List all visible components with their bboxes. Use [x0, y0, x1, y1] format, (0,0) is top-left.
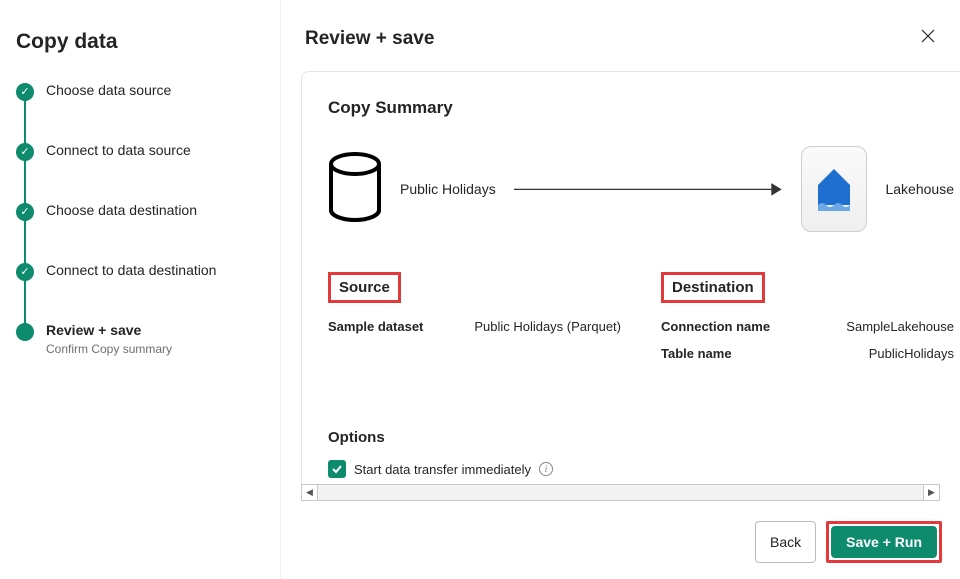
step-choose-source[interactable]: ✓ Choose data source [16, 82, 260, 142]
source-column: Source Sample dataset Public Holidays (P… [328, 272, 621, 373]
step-connect-source[interactable]: ✓ Connect to data source [16, 142, 260, 202]
info-icon[interactable]: i [539, 462, 553, 476]
destination-name: Lakehouse [885, 181, 954, 197]
kv-value: PublicHolidays [869, 346, 954, 361]
options-heading: Options [328, 429, 954, 446]
footer-actions: Back Save + Run [281, 501, 960, 579]
start-transfer-checkbox[interactable] [328, 460, 346, 478]
step-label: Connect to data destination [46, 262, 260, 278]
scroll-track[interactable] [318, 484, 923, 501]
wizard-sidebar: Copy data ✓ Choose data source ✓ Connect… [0, 0, 280, 579]
step-label: Review + save [46, 322, 260, 338]
main-panel: Review + save Copy Summary Public Holida… [280, 0, 960, 579]
kv-label: Table name [661, 346, 732, 361]
lakehouse-icon [801, 146, 867, 232]
arrow-right-icon [514, 179, 784, 200]
wizard-steps: ✓ Choose data source ✓ Connect to data s… [16, 82, 260, 356]
horizontal-scrollbar[interactable]: ◀ ▶ [301, 484, 940, 501]
check-icon: ✓ [16, 263, 34, 281]
highlight-box: Save + Run [826, 521, 942, 563]
step-connect-dest[interactable]: ✓ Connect to data destination [16, 262, 260, 322]
start-transfer-label: Start data transfer immediately [354, 462, 531, 477]
source-heading: Source [328, 272, 401, 303]
check-icon [331, 463, 343, 475]
kv-label: Sample dataset [328, 319, 423, 334]
page-title: Review + save [305, 28, 434, 50]
start-transfer-option: Start data transfer immediately i [328, 460, 954, 478]
wizard-title: Copy data [16, 30, 260, 54]
step-choose-dest[interactable]: ✓ Choose data destination [16, 202, 260, 262]
database-icon [328, 152, 382, 227]
summary-card: Copy Summary Public Holidays [301, 71, 960, 484]
dest-kv-table: Table name PublicHolidays [661, 346, 954, 361]
source-name: Public Holidays [400, 181, 496, 197]
step-label: Choose data destination [46, 202, 260, 218]
scroll-left-button[interactable]: ◀ [301, 484, 318, 501]
save-run-button[interactable]: Save + Run [831, 526, 937, 558]
card-title: Copy Summary [328, 98, 954, 118]
close-icon [920, 28, 936, 44]
kv-label: Connection name [661, 319, 770, 334]
content-scroll[interactable]: Copy Summary Public Holidays [281, 71, 960, 484]
details-row: Source Sample dataset Public Holidays (P… [328, 272, 954, 373]
check-icon: ✓ [16, 143, 34, 161]
step-sublabel: Confirm Copy summary [46, 342, 260, 356]
step-review-save[interactable]: Review + save Confirm Copy summary [16, 322, 260, 356]
scroll-right-button[interactable]: ▶ [923, 484, 940, 501]
source-kv-dataset: Sample dataset Public Holidays (Parquet) [328, 319, 621, 334]
main-header: Review + save [281, 24, 960, 71]
kv-value: SampleLakehouse [846, 319, 954, 334]
destination-heading: Destination [661, 272, 765, 303]
close-button[interactable] [916, 24, 940, 53]
check-icon: ✓ [16, 83, 34, 101]
destination-column: Destination Connection name SampleLakeho… [661, 272, 954, 373]
kv-value: Public Holidays (Parquet) [474, 319, 621, 334]
current-step-icon [16, 323, 34, 341]
dest-kv-connection: Connection name SampleLakehouse [661, 319, 954, 334]
flow-diagram: Public Holidays Lakehouse [328, 146, 954, 232]
step-label: Connect to data source [46, 142, 260, 158]
step-label: Choose data source [46, 82, 260, 98]
back-button[interactable]: Back [755, 521, 816, 563]
check-icon: ✓ [16, 203, 34, 221]
